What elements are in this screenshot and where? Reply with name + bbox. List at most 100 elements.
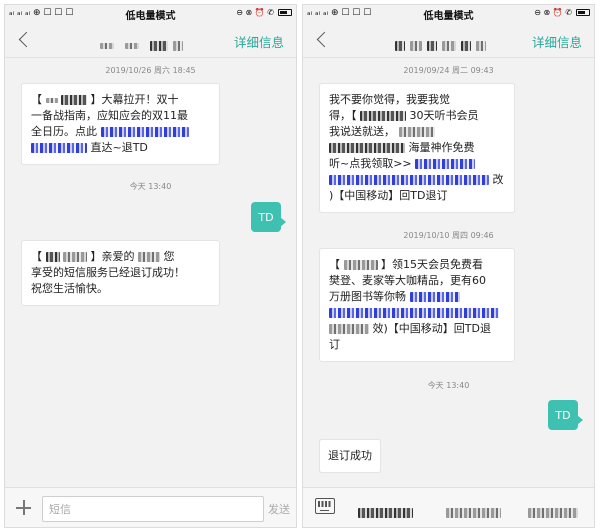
status-right-icons: ⊖ ⊗ ⏰ ✆ <box>534 8 590 17</box>
compose-bar: 发送 <box>5 487 296 527</box>
timestamp: 2019/10/10 周四 09:46 <box>403 231 494 240</box>
message-text: 直达~退TD <box>90 141 148 154</box>
redacted-block <box>150 40 169 51</box>
redacted-block <box>528 507 578 518</box>
message-line: 【 】亲爱的 您 <box>31 249 210 265</box>
redacted-block <box>173 40 184 51</box>
message-text: 海量神作免费 <box>408 141 475 154</box>
redacted-block <box>343 260 378 270</box>
redacted-block <box>329 143 405 153</box>
redacted-block <box>329 324 369 334</box>
redacted-block <box>45 97 58 103</box>
redacted-block <box>395 40 405 51</box>
quick-reply-option[interactable] <box>528 502 578 518</box>
redacted-block <box>125 42 140 49</box>
message-text: 】 <box>90 93 102 106</box>
message-text: 】领15天会员免费看 <box>381 258 483 271</box>
message-text: 万册图书等你畅 <box>329 290 406 303</box>
message-text: 大幕拉开！双十 <box>101 93 179 106</box>
message-text: 听~点我领取>> <box>329 157 412 170</box>
incoming-message[interactable]: 退订成功 <box>319 439 381 473</box>
incoming-message[interactable]: 【 】亲爱的 您 享受的短信服务已经退订成功！ 祝您生活愉快。 <box>21 240 220 306</box>
alarm-icons: ⊖ ⊗ ⏰ ✆ <box>534 8 572 17</box>
message-line: 效)【中国移动】回TD退 <box>329 321 505 337</box>
redacted-link[interactable] <box>329 308 499 318</box>
message-text: 我说送就送， <box>329 125 395 138</box>
message-line: 得，【 30天听书会员 <box>329 108 505 124</box>
message-line: 万册图书等你畅 <box>329 289 505 305</box>
message-line: 直达~退TD <box>31 140 210 156</box>
incoming-message[interactable]: 【 】领15天会员免费看 樊登、麦家等大咖精品，更有60 万册图书等你畅 效)【… <box>319 248 515 362</box>
redacted-link[interactable] <box>100 127 189 137</box>
incoming-message[interactable]: 我不要你觉得，我要我觉 得，【 30天听书会员 我说送就送， 海量神作免费 听~… <box>319 83 515 213</box>
message-line: 我不要你觉得，我要我觉 <box>329 93 450 106</box>
redacted-block <box>358 507 413 518</box>
message-line: 享受的短信服务已经退订成功！ <box>31 266 185 279</box>
redacted-block <box>442 40 457 51</box>
timestamp: 2019/09/24 周二 09:43 <box>403 66 494 75</box>
redacted-block <box>45 252 60 262</box>
redacted-link[interactable] <box>415 159 476 169</box>
redacted-block <box>398 127 435 137</box>
redacted-block <box>138 252 160 262</box>
details-link[interactable]: 详细信息 <box>532 32 582 51</box>
left-phone-screen: ₐᵢ ₐᵢ ₐᵢ ⊕ ☐ ☐ ☐ 低电量模式 ⊖ ⊗ ⏰ ✆ 详细信息 2019… <box>4 4 297 528</box>
conversation-header: 详细信息 <box>303 22 594 58</box>
message-line: 改 <box>329 172 505 188</box>
message-text: 】亲爱的 <box>90 250 135 263</box>
right-phone-screen: ₐᵢ ₐᵢ ₐᵢ ⊕ ☐ ☐ ☐ 低电量模式 ⊖ ⊗ ⏰ ✆ 详细信息 2019… <box>302 4 595 528</box>
incoming-message[interactable]: 【 】大幕拉开！双十 一备战指南，应知应会的双11最 全日历。点此 直达~退TD <box>21 83 220 165</box>
redacted-block <box>61 95 87 105</box>
redacted-block <box>360 111 406 121</box>
battery-icon <box>576 9 590 16</box>
message-line <box>329 305 505 321</box>
status-right-icons: ⊖ ⊗ ⏰ ✆ <box>236 8 292 17</box>
details-link[interactable]: 详细信息 <box>234 32 284 51</box>
sms-input[interactable] <box>42 496 264 522</box>
redacted-link[interactable] <box>329 175 489 185</box>
message-text: 30天听书会员 <box>409 109 479 122</box>
message-text: 效)【中国移动】回TD退 <box>372 322 491 335</box>
message-line: 全日历。点此 <box>31 124 210 140</box>
message-line: )【中国移动】回TD退订 <box>329 189 448 202</box>
contact-name-redacted <box>100 35 190 51</box>
redacted-block <box>461 40 472 51</box>
timestamp: 2019/10/26 周六 18:45 <box>105 66 196 75</box>
contact-name-redacted <box>395 35 505 51</box>
status-bar: ₐᵢ ₐᵢ ₐᵢ ⊕ ☐ ☐ ☐ 低电量模式 ⊖ ⊗ ⏰ ✆ <box>5 5 296 22</box>
battery-icon <box>278 9 292 16</box>
status-bar: ₐᵢ ₐᵢ ₐᵢ ⊕ ☐ ☐ ☐ 低电量模式 ⊖ ⊗ ⏰ ✆ <box>303 5 594 22</box>
message-line: 【 】领15天会员免费看 <box>329 257 505 273</box>
message-text: 全日历。点此 <box>31 125 97 138</box>
quick-reply-option[interactable] <box>358 502 413 518</box>
redacted-link[interactable] <box>409 292 460 302</box>
back-arrow-icon[interactable] <box>315 31 329 49</box>
message-line: 我说送就送， <box>329 124 505 140</box>
message-text: 改 <box>492 173 504 186</box>
redacted-block <box>410 40 423 51</box>
timestamp: 今天 13:40 <box>129 182 172 191</box>
send-button[interactable]: 发送 <box>268 501 290 517</box>
message-line: 祝您生活愉快。 <box>31 282 108 295</box>
message-text: 您 <box>163 250 175 263</box>
quick-reply-option[interactable] <box>446 502 501 518</box>
message-line: 海量神作免费 <box>329 140 505 156</box>
conversation-header: 详细信息 <box>5 22 296 58</box>
redacted-block <box>446 507 501 518</box>
message-text: 【 <box>31 250 42 263</box>
message-line: 订 <box>329 338 340 351</box>
message-text: 【 <box>329 258 340 271</box>
timestamp: 今天 13:40 <box>427 381 470 390</box>
outgoing-message[interactable]: TD <box>251 202 286 232</box>
keyboard-icon[interactable] <box>315 498 335 514</box>
message-line: 听~点我领取>> <box>329 156 505 172</box>
back-arrow-icon[interactable] <box>17 31 31 49</box>
alarm-icons: ⊖ ⊗ ⏰ ✆ <box>236 8 274 17</box>
message-line: 樊登、麦家等大咖精品，更有60 <box>329 274 486 287</box>
outgoing-message[interactable]: TD <box>548 400 583 430</box>
plus-icon[interactable] <box>15 499 32 516</box>
redacted-link[interactable] <box>31 143 87 153</box>
redacted-block <box>427 40 438 51</box>
message-line: 一备战指南，应知应会的双11最 <box>31 109 188 122</box>
redacted-block <box>476 40 487 51</box>
